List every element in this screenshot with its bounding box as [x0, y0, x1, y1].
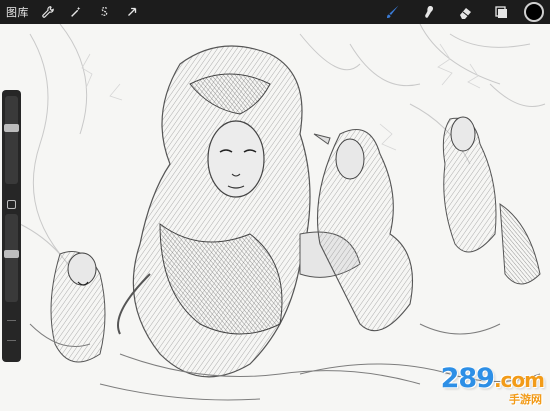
watermark-cn: 手游网 [509, 393, 542, 406]
drawing-canvas[interactable] [0, 24, 550, 411]
color-picker-swatch[interactable] [524, 2, 544, 22]
pencil-sketch-artwork [0, 24, 550, 411]
selection-s-icon[interactable] [95, 3, 113, 21]
undo-button[interactable] [7, 320, 16, 327]
brush-size-thumb[interactable] [4, 124, 19, 132]
brush-size-slider[interactable] [4, 96, 19, 184]
eraser-icon[interactable] [454, 2, 476, 22]
brush-sidebar [2, 90, 21, 362]
arrow-cursor-icon[interactable] [123, 3, 141, 21]
opacity-thumb[interactable] [4, 250, 19, 258]
smudge-icon[interactable] [418, 2, 440, 22]
redo-button[interactable] [7, 340, 16, 347]
site-watermark: 289.com 手游网 [440, 363, 545, 407]
brush-icon[interactable] [382, 2, 404, 22]
watermark-suffix: .com [493, 368, 545, 392]
layers-icon[interactable] [490, 2, 512, 22]
wrench-icon[interactable] [39, 3, 57, 21]
opacity-slider[interactable] [4, 214, 19, 302]
magic-wand-icon[interactable] [67, 3, 85, 21]
watermark-digits: 289 [440, 363, 495, 394]
watermark-brand: 289.com [440, 363, 545, 394]
goblin-figure-left [50, 251, 106, 363]
modify-button[interactable] [7, 200, 16, 209]
gallery-button[interactable]: 图库 [6, 4, 29, 20]
top-toolbar: 图库 [0, 0, 550, 24]
